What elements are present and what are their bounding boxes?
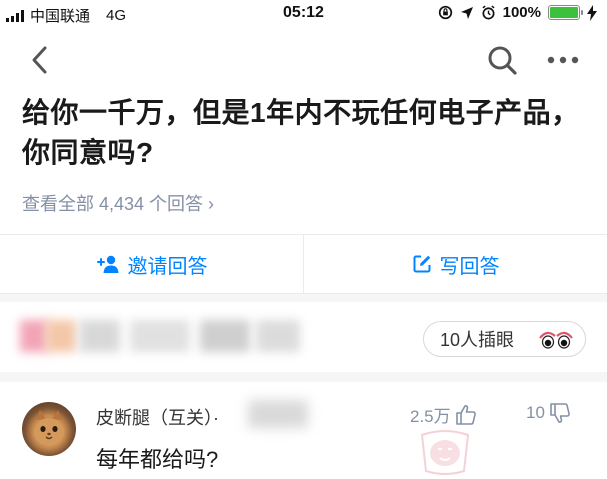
invite-answer-label: 邀请回答 [127, 255, 208, 278]
dislike-count: 10 [526, 403, 545, 422]
watermark-stamp-icon [420, 430, 470, 475]
question-title: 给你一千万，但是1年内不玩任何电子产品，你同意吗? [22, 97, 580, 168]
like-button[interactable]: 2.5万 [410, 402, 477, 427]
charging-icon [587, 4, 597, 21]
write-answer-label: 写回答 [439, 255, 500, 278]
thumbs-down-icon [550, 403, 570, 423]
comment-item: 皮断腿（互关）· 每年都给吗? 2.5万 10 [0, 382, 607, 479]
blurred-meta [248, 400, 308, 428]
cat-avatar-icon [34, 410, 64, 446]
invite-answer-button[interactable]: 邀请回答 [0, 235, 303, 293]
location-icon [460, 6, 473, 19]
add-user-icon [96, 255, 118, 273]
answer-action-row: 邀请回答 写回答 [0, 234, 607, 294]
alarm-icon [482, 5, 495, 20]
battery-percent: 100% [502, 4, 541, 21]
avatar[interactable] [22, 402, 76, 456]
section-divider [0, 294, 607, 302]
more-icon[interactable] [545, 48, 581, 72]
blurred-content [20, 320, 300, 352]
write-answer-button[interactable]: 写回答 [303, 235, 607, 293]
battery-fill [550, 7, 578, 18]
comment-author[interactable]: 皮断腿（互关）· [96, 404, 219, 430]
view-all-answers-link[interactable]: 查看全部 4,434 个回答 › [22, 190, 214, 216]
edit-icon [413, 255, 430, 273]
nav-bar [0, 34, 607, 86]
lock-rotation-icon [438, 5, 452, 20]
status-bar: 中国联通 4G 05:12 100% [0, 0, 607, 30]
eyes-icon [539, 331, 573, 349]
status-right: 100% [438, 4, 597, 21]
peek-label: 10人插眼 [440, 330, 515, 350]
battery-icon [548, 5, 583, 20]
thumbs-up-icon [455, 404, 476, 425]
like-count: 2.5万 [410, 407, 451, 426]
peek-button[interactable]: 10人插眼 [423, 321, 586, 357]
comment-text: 每年都给吗? [96, 447, 219, 472]
peek-row: 10人插眼 [0, 302, 607, 372]
section-divider-2 [0, 372, 607, 382]
chevron-left-icon[interactable] [26, 42, 56, 78]
search-icon[interactable] [486, 44, 518, 76]
dislike-button[interactable]: 10 [526, 402, 571, 424]
